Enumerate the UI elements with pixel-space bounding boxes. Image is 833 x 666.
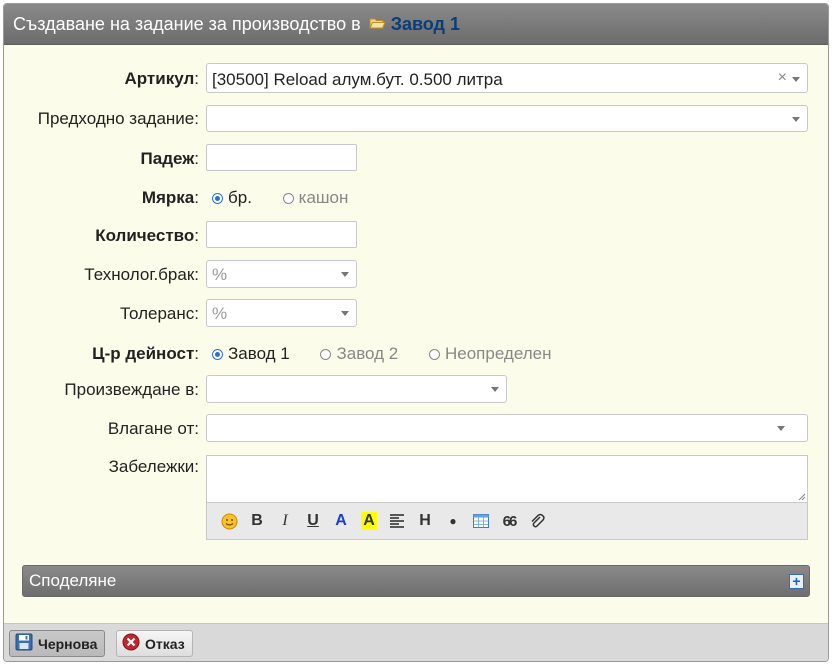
previous-task-row: Предходно задание: [4, 105, 828, 132]
due-input[interactable] [206, 144, 357, 171]
draft-button[interactable]: Чернова [9, 630, 106, 657]
highlight-icon[interactable]: A [355, 509, 383, 533]
bullet-icon[interactable]: ● [439, 509, 467, 533]
chevron-down-icon[interactable] [491, 387, 499, 392]
cancel-button-label: Отказ [145, 635, 185, 652]
clear-icon[interactable]: × [778, 69, 787, 87]
share-label: Споделяне [29, 571, 117, 590]
chevron-down-icon[interactable] [777, 426, 785, 431]
expand-plus-icon[interactable]: + [789, 574, 804, 589]
quote-icon[interactable]: 66 [495, 509, 523, 533]
tech-waste-label: Технолог.брак: [84, 265, 199, 284]
measure-options: бр. кашон [212, 188, 374, 209]
dialog-titlebar: Създаване на задание за производство в З… [4, 4, 828, 45]
tolerance-row: Толеранс: % [4, 299, 828, 327]
tolerance-placeholder: % [212, 304, 228, 323]
activity-radio-plant-1[interactable]: Завод 1 [212, 344, 290, 364]
activity-center-options: Завод 1 Завод 2 Неопределен [212, 344, 577, 365]
activity-center-label: Ц-р дейност: [92, 344, 199, 363]
article-select[interactable]: [30500] Reload алум.бут. 0.500 литра × [206, 63, 808, 93]
align-icon[interactable] [383, 509, 411, 533]
plant-link[interactable]: Завод 1 [391, 14, 460, 35]
chevron-down-icon[interactable] [792, 117, 800, 122]
due-label: Падеж: [140, 149, 199, 168]
italic-icon[interactable]: I [271, 509, 299, 533]
notes-label: Забележки: [108, 457, 199, 476]
measure-radio-box[interactable]: кашон [282, 188, 348, 208]
bold-icon[interactable]: B [243, 509, 271, 533]
attach-icon[interactable] [523, 509, 551, 533]
article-value: [30500] Reload алум.бут. 0.500 литра [212, 70, 503, 89]
underline-icon[interactable]: U [299, 509, 327, 533]
activity-radio-undefined[interactable]: Неопределен [428, 344, 551, 364]
previous-task-select[interactable] [206, 105, 808, 132]
cancel-icon [122, 633, 140, 654]
folder-icon [368, 14, 386, 35]
article-label: Артикул: [124, 69, 200, 88]
editor-toolbar: B I U A A H ● 66 [206, 502, 808, 540]
tech-waste-placeholder: % [212, 265, 228, 284]
input-from-select[interactable] [206, 414, 808, 442]
create-production-task-dialog: Създаване на задание за производство в З… [3, 3, 829, 662]
input-from-row: Влагане от: [4, 414, 828, 442]
produce-in-label: Произвеждане в: [64, 380, 199, 399]
table-icon[interactable] [467, 509, 495, 533]
dialog-footer: Чернова Отказ [4, 623, 828, 661]
resize-handle-icon[interactable] [798, 493, 806, 501]
quantity-label: Количество: [95, 226, 199, 245]
previous-task-label: Предходно задание: [37, 109, 199, 128]
tech-waste-row: Технолог.брак: % [4, 260, 828, 288]
activity-radio-plant-2[interactable]: Завод 2 [320, 344, 398, 364]
tech-waste-select[interactable]: % [206, 260, 357, 288]
input-from-label: Влагане от: [107, 419, 199, 438]
article-row: Артикул: [30500] Reload алум.бут. 0.500 … [4, 63, 828, 93]
measure-label: Мярка: [141, 188, 199, 207]
font-color-icon[interactable]: A [327, 509, 355, 533]
emoji-icon[interactable] [215, 509, 243, 533]
notes-textarea[interactable] [206, 455, 808, 502]
tolerance-select[interactable]: % [206, 299, 357, 327]
quantity-input[interactable] [206, 221, 357, 248]
cancel-button[interactable]: Отказ [116, 630, 193, 657]
heading-icon[interactable]: H [411, 509, 439, 533]
chevron-down-icon[interactable] [341, 311, 349, 316]
produce-in-row: Произвеждане в: [4, 375, 828, 403]
tolerance-label: Толеранс: [119, 304, 199, 323]
chevron-down-icon[interactable] [792, 77, 800, 82]
measure-radio-pcs[interactable]: бр. [212, 188, 252, 208]
share-section-header[interactable]: Споделяне + [22, 565, 810, 597]
draft-button-label: Чернова [38, 635, 98, 652]
save-icon [15, 633, 33, 654]
produce-in-select[interactable] [206, 375, 507, 403]
dialog-title: Създаване на задание за производство в [13, 13, 361, 34]
chevron-down-icon[interactable] [341, 272, 349, 277]
